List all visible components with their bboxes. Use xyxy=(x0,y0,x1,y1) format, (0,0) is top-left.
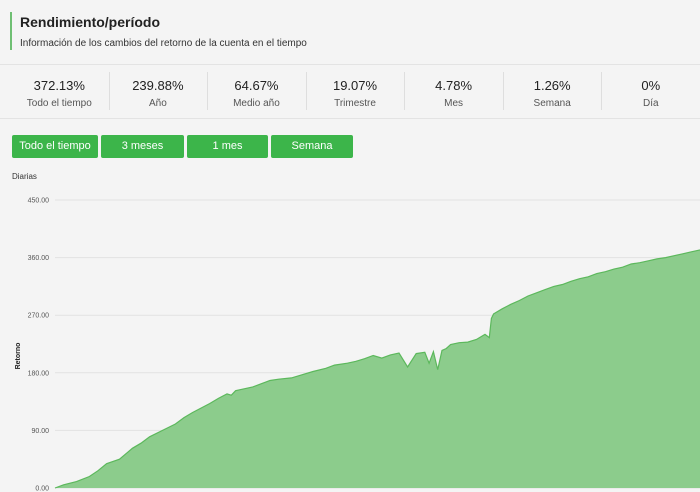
divider-top xyxy=(0,64,700,65)
stat-value: 19.07% xyxy=(332,78,378,93)
three-months-button[interactable]: 3 meses xyxy=(101,135,184,158)
period-buttons: Todo el tiempo 3 meses 1 mes Semana xyxy=(12,135,353,158)
y-tick-label: 180.00 xyxy=(28,370,50,377)
stat-label: Medio año xyxy=(233,98,280,109)
y-tick-label: 0.00 xyxy=(35,486,49,492)
page-title: Rendimiento/período xyxy=(20,14,160,30)
page-subtitle: Información de los cambios del retorno d… xyxy=(20,38,307,49)
series-area xyxy=(55,249,700,488)
all-time-button[interactable]: Todo el tiempo xyxy=(12,135,98,158)
stat-quarter: 19.07% Trimestre xyxy=(305,68,405,114)
stat-label: Año xyxy=(148,98,167,109)
stat-all-time: 372.13% Todo el tiempo xyxy=(10,68,109,114)
return-chart: 0.00 90.00 180.00 270.00 360.00 450.00 Retorno xyxy=(15,198,700,492)
divider-stats xyxy=(0,118,700,119)
stats-row: 372.13% Todo el tiempo 239.88% Año 64.67… xyxy=(10,68,700,114)
stat-value: 0% xyxy=(641,78,661,93)
stat-half-year: 64.67% Medio año xyxy=(207,68,306,114)
stat-label: Mes xyxy=(444,98,464,109)
y-tick-label: 270.00 xyxy=(28,313,50,320)
week-button[interactable]: Semana xyxy=(271,135,353,158)
y-tick-label: 450.00 xyxy=(28,198,50,205)
stat-label: Todo el tiempo xyxy=(26,98,92,109)
stat-value: 1.26% xyxy=(533,78,571,93)
y-tick-label: 360.00 xyxy=(28,255,50,262)
stat-week: 1.26% Semana xyxy=(502,68,602,114)
stat-month: 4.78% Mes xyxy=(404,68,503,114)
stat-value: 239.88% xyxy=(132,78,184,93)
stat-value: 4.78% xyxy=(435,78,473,93)
one-month-button[interactable]: 1 mes xyxy=(187,135,268,158)
stat-label: Día xyxy=(642,98,659,109)
stat-value: 372.13% xyxy=(33,78,85,93)
header: Rendimiento/período Información de los c… xyxy=(10,12,307,50)
stat-label: Trimestre xyxy=(334,98,376,109)
stat-label: Semana xyxy=(533,98,571,109)
stat-value: 64.67% xyxy=(234,78,279,93)
y-tick-label: 90.00 xyxy=(31,428,49,435)
stat-year: 239.88% Año xyxy=(108,68,208,114)
chart-title: Diarias xyxy=(12,172,37,181)
stat-day: 0% Día xyxy=(601,68,700,114)
y-axis-label: Retorno xyxy=(15,343,22,370)
